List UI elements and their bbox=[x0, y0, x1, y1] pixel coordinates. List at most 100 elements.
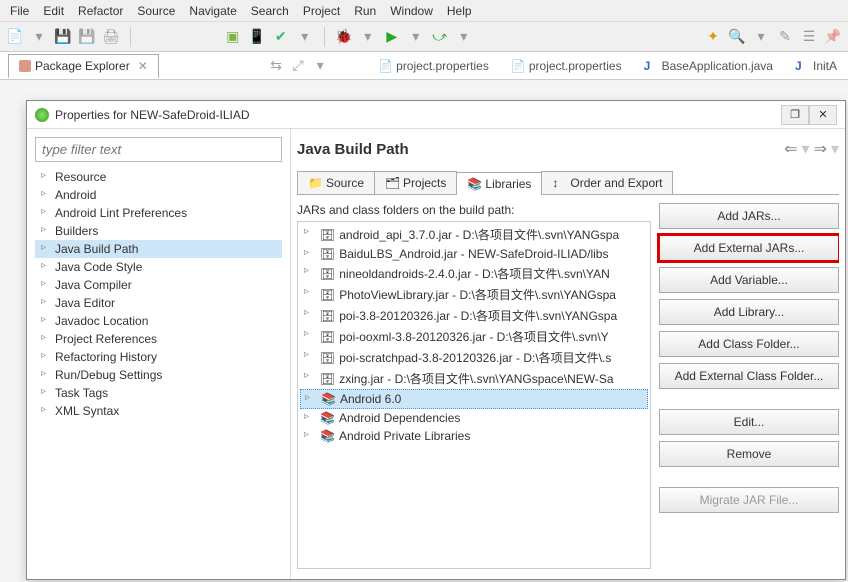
tree-item[interactable]: Refactoring History bbox=[35, 348, 282, 366]
link-editor-icon[interactable]: ⤢ bbox=[289, 57, 307, 75]
remove-button[interactable]: Remove bbox=[659, 441, 839, 467]
lint-drop-icon[interactable]: ▾ bbox=[296, 28, 314, 46]
tree-item[interactable]: Android Lint Preferences bbox=[35, 204, 282, 222]
android-sdk-icon[interactable]: ▣ bbox=[224, 28, 242, 46]
tree-item[interactable]: Project References bbox=[35, 330, 282, 348]
tab-libraries[interactable]: 📚Libraries bbox=[456, 172, 542, 195]
jar-item[interactable]: 📚Android Private Libraries bbox=[300, 427, 648, 445]
menu-source[interactable]: Source bbox=[131, 2, 181, 20]
run-last-drop-icon[interactable]: ▾ bbox=[455, 28, 473, 46]
back-icon[interactable]: ⇐ bbox=[784, 139, 797, 159]
jar-item[interactable]: 📚Android 6.0 bbox=[300, 389, 648, 409]
jar-item[interactable]: 🗄PhotoViewLibrary.jar - D:\各项目文件\.svn\YA… bbox=[300, 284, 648, 305]
jar-item[interactable]: 🗄android_api_3.7.0.jar - D:\各项目文件\.svn\Y… bbox=[300, 224, 648, 245]
restore-button[interactable]: ❐ bbox=[781, 105, 809, 125]
menu-window[interactable]: Window bbox=[384, 2, 439, 20]
migrate-jar-button: Migrate JAR File... bbox=[659, 487, 839, 513]
jar-item[interactable]: 🗄 poi-3.8-20120326.jar - D:\各项目文件\.svn\YA… bbox=[300, 305, 648, 326]
menu-run[interactable]: Run bbox=[348, 2, 382, 20]
tab-source[interactable]: 📁Source bbox=[297, 171, 375, 194]
pin-icon[interactable]: 📌 bbox=[824, 28, 842, 46]
close-icon[interactable]: ✕ bbox=[138, 59, 148, 73]
jar-label: zxing.jar - D:\各项目文件\.svn\YANGspace\NEW-… bbox=[339, 372, 613, 386]
tree-item[interactable]: XML Syntax bbox=[35, 402, 282, 420]
edit-button[interactable]: Edit... bbox=[659, 409, 839, 435]
jar-item[interactable]: 📚Android Dependencies bbox=[300, 409, 648, 427]
tree-item[interactable]: Java Build Path bbox=[35, 240, 282, 258]
tree-item[interactable]: Task Tags bbox=[35, 384, 282, 402]
jar-list[interactable]: 🗄android_api_3.7.0.jar - D:\各项目文件\.svn\Y… bbox=[297, 221, 651, 569]
save-all-icon[interactable]: 💾 bbox=[78, 28, 96, 46]
collapse-all-icon[interactable]: ⇆ bbox=[267, 57, 285, 75]
tab-project-properties-1[interactable]: 📄 project.properties bbox=[367, 54, 500, 78]
search-icon[interactable]: 🔍 bbox=[728, 28, 746, 46]
menu-search[interactable]: Search bbox=[245, 2, 295, 20]
jar-label: poi-3.8-20120326.jar - D:\各项目文件\.svn\YAN… bbox=[339, 309, 617, 323]
tab-label: project.properties bbox=[529, 59, 622, 73]
add-external-class-folder-button[interactable]: Add External Class Folder... bbox=[659, 363, 839, 389]
task-icon[interactable]: ☰ bbox=[800, 28, 818, 46]
forward-drop-icon[interactable]: ▾ bbox=[831, 139, 839, 159]
jar-item[interactable]: 🗄nineoldandroids-2.4.0.jar - D:\各项目文件\.s… bbox=[300, 263, 648, 284]
tree-item[interactable]: Javadoc Location bbox=[35, 312, 282, 330]
menu-edit[interactable]: Edit bbox=[37, 2, 70, 20]
java-icon: J bbox=[795, 59, 809, 73]
avd-icon[interactable]: 📱 bbox=[248, 28, 266, 46]
debug-icon[interactable]: 🐞 bbox=[335, 28, 353, 46]
tab-project-properties-2[interactable]: 📄 project.properties bbox=[500, 54, 633, 78]
add-jars-button[interactable]: Add JARs... bbox=[659, 203, 839, 229]
tab-order-and-export[interactable]: ↕Order and Export bbox=[541, 171, 673, 194]
jar-icon: 🗄 bbox=[320, 372, 335, 386]
tab-package-explorer[interactable]: Package Explorer ✕ bbox=[8, 54, 159, 78]
print-icon[interactable]: 🖨 bbox=[102, 28, 120, 46]
menu-navigate[interactable]: Navigate bbox=[183, 2, 242, 20]
add-variable-button[interactable]: Add Variable... bbox=[659, 267, 839, 293]
tab-inita[interactable]: J InitA bbox=[784, 54, 848, 78]
debug-drop-icon[interactable]: ▾ bbox=[359, 28, 377, 46]
property-tree[interactable]: ResourceAndroidAndroid Lint PreferencesB… bbox=[35, 168, 282, 571]
filter-input[interactable] bbox=[35, 137, 282, 162]
jar-item[interactable]: 🗄BaiduLBS_Android.jar - NEW-SafeDroid-IL… bbox=[300, 245, 648, 263]
add-library-button[interactable]: Add Library... bbox=[659, 299, 839, 325]
java-icon: J bbox=[644, 59, 658, 73]
menu-help[interactable]: Help bbox=[441, 2, 478, 20]
dropdown-icon[interactable]: ▾ bbox=[30, 28, 48, 46]
open-type-icon[interactable]: ✦ bbox=[704, 28, 722, 46]
toggle-mark-icon[interactable]: ✎ bbox=[776, 28, 794, 46]
tree-item[interactable]: Java Editor bbox=[35, 294, 282, 312]
tree-item[interactable]: Java Compiler bbox=[35, 276, 282, 294]
forward-icon[interactable]: ⇒ bbox=[814, 139, 827, 159]
dialog-titlebar: Properties for NEW-SafeDroid-ILIAD ❐ ✕ bbox=[27, 101, 845, 129]
tree-item[interactable]: Builders bbox=[35, 222, 282, 240]
save-icon[interactable]: 💾 bbox=[54, 28, 72, 46]
jar-item[interactable]: 🗄poi-ooxml-3.8-20120326.jar - D:\各项目文件\.… bbox=[300, 326, 648, 347]
editor-tabs: Package Explorer ✕ ⇆ ⤢ ▾ 📄 project.prope… bbox=[0, 52, 848, 80]
tab-projects[interactable]: 🗂Projects bbox=[374, 171, 457, 194]
tree-item[interactable]: Java Code Style bbox=[35, 258, 282, 276]
jar-icon: 🗄 bbox=[320, 247, 335, 261]
jar-item[interactable]: 🗄 zxing.jar - D:\各项目文件\.svn\YANGspace\NEW… bbox=[300, 368, 648, 389]
close-button[interactable]: ✕ bbox=[809, 105, 837, 125]
back-drop-icon[interactable]: ▾ bbox=[802, 139, 810, 159]
library-icon: 📚 bbox=[467, 177, 481, 191]
tree-item[interactable]: Android bbox=[35, 186, 282, 204]
run-last-icon[interactable]: ⤻ bbox=[431, 28, 449, 46]
menu-refactor[interactable]: Refactor bbox=[72, 2, 129, 20]
menu-file[interactable]: File bbox=[4, 2, 35, 20]
tab-baseapplication[interactable]: J BaseApplication.java bbox=[633, 54, 784, 78]
tree-item[interactable]: Run/Debug Settings bbox=[35, 366, 282, 384]
jar-item[interactable]: 🗄poi-scratchpad-3.8-20120326.jar - D:\各项… bbox=[300, 347, 648, 368]
jar-icon: 🗄 bbox=[320, 267, 335, 281]
view-menu-icon[interactable]: ▾ bbox=[311, 57, 329, 75]
search-drop-icon[interactable]: ▾ bbox=[752, 28, 770, 46]
lint-icon[interactable]: ✔ bbox=[272, 28, 290, 46]
jar-icon: 🗄 bbox=[320, 309, 335, 323]
run-drop-icon[interactable]: ▾ bbox=[407, 28, 425, 46]
add-class-folder-button[interactable]: Add Class Folder... bbox=[659, 331, 839, 357]
new-icon[interactable]: 📄 bbox=[6, 28, 24, 46]
tree-item[interactable]: Resource bbox=[35, 168, 282, 186]
run-icon[interactable]: ▶ bbox=[383, 28, 401, 46]
add-external-jars-button[interactable]: Add External JARs... bbox=[659, 235, 839, 261]
menu-project[interactable]: Project bbox=[297, 2, 346, 20]
lib-folder-icon: 📚 bbox=[321, 392, 336, 406]
